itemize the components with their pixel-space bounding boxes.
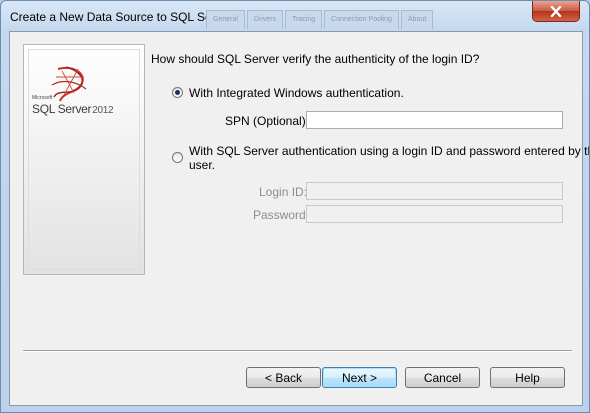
logo-product-text: SQL Server2012 bbox=[32, 102, 114, 116]
background-tab: Connection Pooling bbox=[324, 10, 399, 29]
background-tab: Tracing bbox=[285, 10, 323, 29]
background-tabs: General Drivers Tracing Connection Pooli… bbox=[206, 10, 434, 30]
password-label: Password: bbox=[253, 208, 310, 222]
window-title: Create a New Data Source to SQL Server bbox=[10, 10, 233, 24]
sql-auth-label-line2[interactable]: user. bbox=[189, 158, 215, 172]
spn-input[interactable] bbox=[306, 111, 563, 129]
auth-question: How should SQL Server verify the authent… bbox=[151, 52, 480, 66]
title-bar[interactable]: Create a New Data Source to SQL Server G… bbox=[1, 1, 589, 31]
dialog-client-area: Microsoft SQL Server2012 How should SQL … bbox=[9, 31, 589, 406]
side-banner: Microsoft SQL Server2012 bbox=[23, 44, 145, 275]
button-separator bbox=[23, 350, 572, 352]
background-tab: About bbox=[400, 10, 434, 29]
logo-version: 2012 bbox=[92, 105, 114, 116]
cancel-button[interactable]: Cancel bbox=[405, 367, 480, 388]
sql-auth-radio[interactable] bbox=[172, 152, 183, 163]
background-tab: Drivers bbox=[246, 10, 284, 29]
windows-auth-label[interactable]: With Integrated Windows authentication. bbox=[189, 86, 404, 100]
logo-microsoft-text: Microsoft bbox=[32, 95, 53, 101]
windows-auth-radio[interactable] bbox=[172, 87, 183, 98]
login-id-label: Login ID: bbox=[259, 185, 308, 199]
close-icon bbox=[550, 5, 562, 17]
back-button[interactable]: < Back bbox=[246, 367, 321, 388]
logo-product-name: SQL Server bbox=[32, 102, 92, 116]
password-input[interactable] bbox=[306, 205, 563, 223]
sql-auth-label-line1[interactable]: With SQL Server authentication using a l… bbox=[189, 144, 589, 158]
close-button[interactable] bbox=[532, 1, 580, 22]
spn-label: SPN (Optional): bbox=[225, 114, 310, 128]
background-tab: General bbox=[206, 10, 245, 29]
dialog-window: Create a New Data Source to SQL Server G… bbox=[0, 0, 590, 413]
help-button[interactable]: Help bbox=[490, 367, 565, 388]
login-id-input[interactable] bbox=[306, 182, 563, 200]
next-button[interactable]: Next > bbox=[322, 367, 397, 388]
